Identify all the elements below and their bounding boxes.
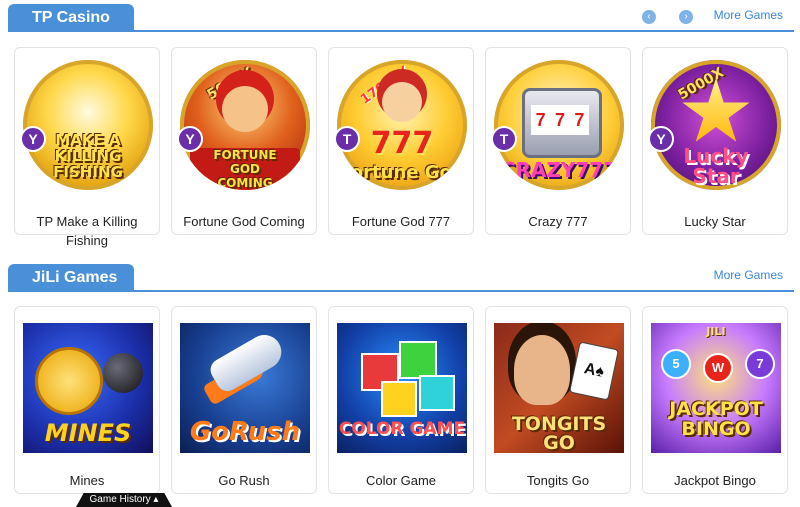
rocket-icon (206, 328, 288, 396)
game-card-mines[interactable]: MINES Mines (14, 306, 160, 494)
game-art-title: TONGITS GO (511, 413, 607, 453)
fortune-god-figure (222, 86, 268, 132)
game-thumbnail: GoRush (180, 323, 310, 453)
game-name: Lucky Star (684, 214, 746, 229)
provider-badge: T (491, 126, 517, 152)
game-thumbnail: 5000X Lucky Star (651, 60, 781, 190)
section-header: TP Casino ‹ › More Games (0, 0, 800, 34)
game-thumbnail: COLOR GAME (337, 323, 467, 453)
game-art-title: CRAZY777 (500, 158, 618, 182)
slot-machine-icon: 777 (522, 88, 602, 158)
game-card-tongits-go[interactable]: A♠ TONGITS GO Tongits Go (485, 306, 631, 494)
bingo-ball-icon: W (703, 353, 733, 383)
section-title: TP Casino (8, 4, 134, 32)
bingo-ball-icon: 7 (745, 349, 775, 379)
game-name: Fortune God 777 (351, 214, 451, 229)
cube-green (399, 341, 437, 379)
game-card-crazy-777[interactable]: 777 CRAZY777 T Crazy 777 (485, 47, 631, 235)
game-art-title: Lucky Star (683, 144, 749, 188)
game-art-title: Fortune God (339, 162, 465, 183)
game-card-lucky-star[interactable]: 5000X Lucky Star Y Lucky Star (642, 47, 788, 235)
game-thumbnail: MINES (23, 323, 153, 453)
provider-badge: Y (648, 126, 674, 152)
game-name: Go Rush (218, 473, 270, 488)
game-thumbnail: 777 CRAZY777 (494, 60, 624, 190)
game-art-title: MINES (44, 419, 132, 447)
game-card-fortune-god-coming[interactable]: 5000X FORTUNE GOD COMING Y Fortune God C… (171, 47, 317, 235)
provider-badge: T (334, 126, 360, 152)
game-art-title: JACKPOT BINGO (669, 398, 763, 440)
game-art-title: FORTUNE GOD COMING (190, 148, 300, 190)
more-games-link[interactable]: More Games (714, 268, 783, 282)
game-card-jackpot-bingo[interactable]: JILI 5 W 7 JACKPOT BINGO Jackpot Bingo (642, 306, 788, 494)
game-name: Crazy 777 (528, 214, 588, 229)
game-card-go-rush[interactable]: GoRush Go Rush (171, 306, 317, 494)
game-name: Color Game (365, 473, 437, 488)
section-header: JiLi Games More Games (0, 260, 800, 294)
provider-badge: Y (177, 126, 203, 152)
fortune-god-figure (382, 82, 422, 122)
game-name: Tongits Go (526, 473, 590, 488)
game-thumbnail: 17000X 777 Fortune God (337, 60, 467, 190)
player-portrait (514, 335, 570, 405)
game-card-fortune-god-777[interactable]: 17000X 777 Fortune God T Fortune God 777 (328, 47, 474, 235)
bingo-ball-icon: 5 (661, 349, 691, 379)
game-history-tab[interactable]: Game History ▴ (76, 493, 172, 507)
chevron-left-icon[interactable]: ‹ (642, 10, 656, 24)
game-thumbnail: MAKE A KILLING FISHING (23, 60, 153, 190)
brand-label: JILI (706, 325, 726, 338)
chevron-right-icon[interactable]: › (679, 10, 693, 24)
game-thumbnail: JILI 5 W 7 JACKPOT BINGO (651, 323, 781, 453)
game-art-title: GoRush (189, 417, 301, 447)
section-title: JiLi Games (8, 264, 134, 292)
game-name: Mines (69, 473, 105, 488)
provider-badge: Y (20, 126, 46, 152)
jili-games-section: JiLi Games More Games MINES Mines GoRush… (0, 260, 800, 507)
game-card-color-game[interactable]: COLOR GAME Color Game (328, 306, 474, 494)
game-thumbnail: 5000X FORTUNE GOD COMING (180, 60, 310, 190)
coin-icon (35, 347, 103, 415)
game-thumbnail: A♠ TONGITS GO (494, 323, 624, 453)
tp-casino-section: TP Casino ‹ › More Games MAKE A KILLING … (0, 0, 800, 250)
game-name: Fortune God Coming (183, 214, 305, 229)
game-art-title: COLOR GAME (338, 419, 466, 439)
game-card-tp-make-a-killing-fishing[interactable]: MAKE A KILLING FISHING Y TP Make a Killi… (14, 47, 160, 248)
playing-cards-icon: A♠ (569, 341, 619, 401)
game-name: TP Make a Killing Fishing (36, 214, 138, 248)
cube-cyan (419, 375, 455, 411)
game-name: Jackpot Bingo (674, 473, 756, 488)
more-games-link[interactable]: More Games (714, 8, 783, 22)
bomb-icon (103, 353, 143, 393)
cube-yellow (381, 381, 417, 417)
